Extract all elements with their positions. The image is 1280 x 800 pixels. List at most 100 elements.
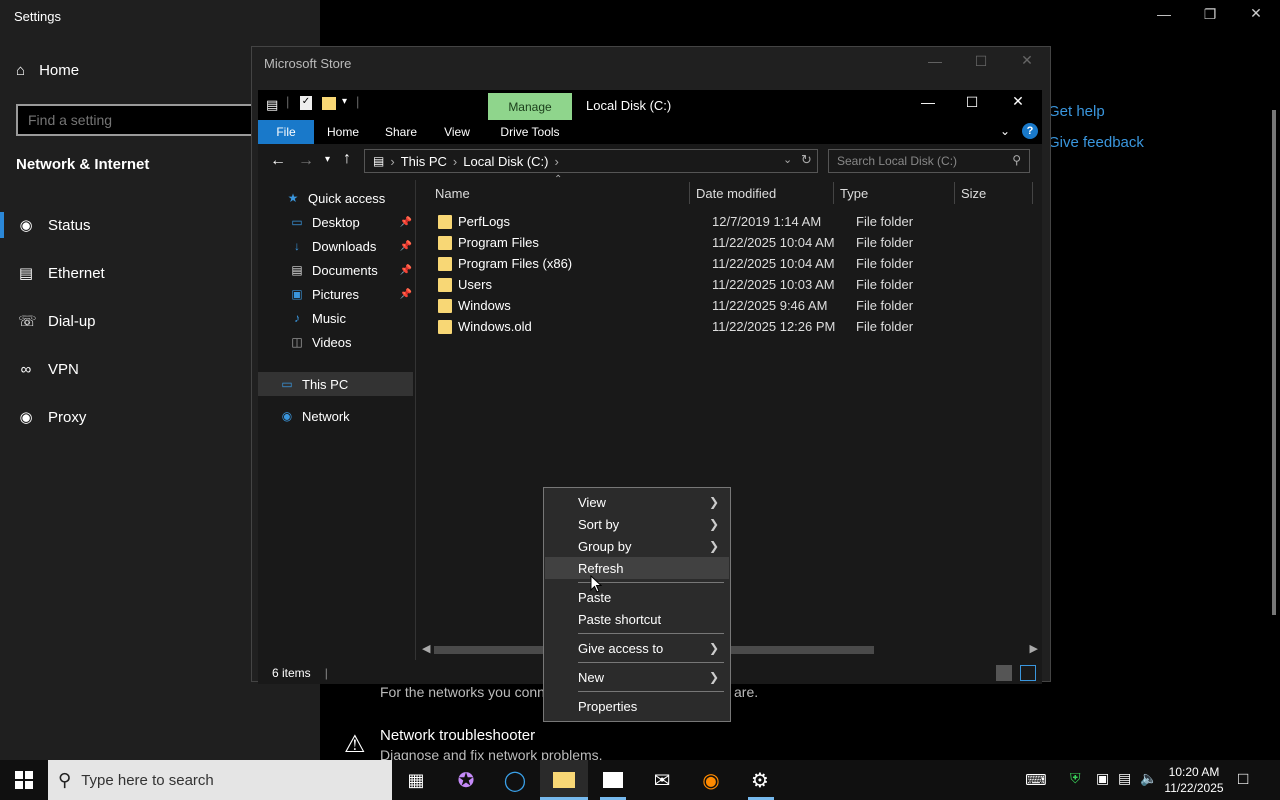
properties-icon[interactable]: ✓ [300,96,312,110]
edge-icon[interactable]: ◯ [491,760,539,800]
menu-item-refresh[interactable]: Refresh [545,557,729,579]
chevron-down-icon[interactable]: ⌄ [1000,124,1010,138]
column-divider[interactable] [954,182,955,204]
network-icon[interactable]: ▤ [1118,770,1131,787]
minimize-icon[interactable]: — [905,94,951,110]
nav-this-pc[interactable]: ▭ This PC [258,372,416,396]
tab-home[interactable]: Home [318,120,368,144]
menu-item-group-by[interactable]: Group by ❯ [545,535,729,557]
task-view-icon[interactable]: ▦ [392,760,440,800]
search-input[interactable]: Search Local Disk (C:) ⚲ [828,149,1030,173]
table-row[interactable]: Windows 11/22/2025 9:46 AM File folder [438,295,1038,316]
notification-icon[interactable]: □ [1238,769,1248,789]
tab-manage[interactable]: Manage [488,93,572,120]
security-icon[interactable]: ⛨ [1070,770,1081,787]
settings-scrollbar[interactable] [1272,110,1276,615]
troubleshooter-title[interactable]: Network troubleshooter [380,727,535,744]
details-view-icon[interactable] [996,665,1012,681]
nav-pictures[interactable]: ▣ Pictures 📌 [258,282,416,306]
maximize-icon[interactable]: ☐ [949,94,995,111]
nav-downloads[interactable]: ↓ Downloads 📌 [258,234,416,258]
address-dropdown-icon[interactable]: ⌄ [783,153,792,166]
start-button[interactable] [0,760,48,800]
chevron-right-icon[interactable]: › [555,154,559,169]
column-divider[interactable] [1032,182,1033,204]
file-explorer-icon[interactable] [540,760,588,800]
menu-label: Give access to [578,640,664,656]
nav-music[interactable]: ♪ Music [258,306,416,330]
column-type[interactable]: Type [840,186,868,201]
pin-icon[interactable]: 📌 [400,265,412,276]
firefox-icon[interactable]: ◉ [687,760,735,800]
menu-label: Paste shortcut [578,611,662,627]
clock[interactable]: 10:20 AM 11/22/2025 [1162,764,1226,796]
close-icon[interactable]: ✕ [1233,5,1279,22]
get-help-link[interactable]: Get help [1048,103,1105,120]
keyboard-icon[interactable]: ⌨ [1012,760,1060,800]
close-icon[interactable]: ✕ [1004,52,1050,69]
nav-network[interactable]: ◉ Network [258,404,416,428]
menu-item-give-access[interactable]: Give access to ❯ [545,637,729,659]
column-date[interactable]: Date modified [696,186,776,201]
menu-item-new[interactable]: New ❯ [545,666,729,688]
meet-icon[interactable]: ▣ [1096,770,1109,787]
minimize-icon[interactable]: — [912,53,958,69]
give-feedback-link[interactable]: Give feedback [1048,134,1144,151]
maximize-icon[interactable]: ☐ [958,53,1004,70]
settings-gear-icon[interactable]: ⚙ [736,760,784,800]
menu-item-sort-by[interactable]: Sort by ❯ [545,513,729,535]
nav-videos[interactable]: ◫ Videos [258,330,416,354]
help-icon[interactable]: ? [1022,123,1038,139]
store-icon[interactable] [589,760,637,800]
table-row[interactable]: Windows.old 11/22/2025 12:26 PM File fol… [438,316,1038,337]
close-icon[interactable]: ✕ [995,93,1041,110]
copilot-icon[interactable]: ✪ [442,760,490,800]
menu-item-paste[interactable]: Paste [545,586,729,608]
tab-view[interactable]: View [434,120,480,144]
nav-quick-access[interactable]: ★ Quick access [258,186,416,210]
mail-icon[interactable]: ✉ [638,760,686,800]
menu-item-view[interactable]: View ❯ [545,491,729,513]
find-setting-input[interactable] [16,104,276,136]
table-row[interactable]: Program Files 11/22/2025 10:04 AM File f… [438,232,1038,253]
nav-documents[interactable]: ▤ Documents 📌 [258,258,416,282]
restore-icon[interactable]: ❐ [1187,6,1233,23]
chevron-down-icon[interactable]: ▾ [342,96,347,107]
breadcrumb-this-pc[interactable]: This PC [401,154,447,169]
table-row[interactable]: PerfLogs 12/7/2019 1:14 AM File folder [438,211,1038,232]
recent-locations-icon[interactable]: ▾ [325,154,330,165]
column-name[interactable]: Name [435,186,470,201]
pin-icon[interactable]: 📌 [400,289,412,300]
search-placeholder: Search Local Disk (C:) [837,154,958,168]
scroll-right-icon[interactable]: ▶ [1030,642,1038,655]
menu-item-properties[interactable]: Properties [545,695,729,717]
new-folder-icon[interactable] [322,97,336,110]
refresh-icon[interactable]: ↻ [801,152,812,168]
column-divider[interactable] [833,182,834,204]
column-size[interactable]: Size [961,186,986,201]
up-arrow-icon[interactable]: ↑ [343,150,351,168]
scroll-left-icon[interactable]: ◀ [422,642,430,655]
pin-icon[interactable]: 📌 [400,217,412,228]
chevron-right-icon[interactable]: › [390,154,394,169]
menu-separator [578,633,724,634]
nav-desktop[interactable]: ▭ Desktop 📌 [258,210,416,234]
tab-share[interactable]: Share [376,120,426,144]
back-arrow-icon[interactable]: ← [270,152,286,170]
forward-arrow-icon[interactable]: → [298,152,314,170]
menu-item-paste-shortcut[interactable]: Paste shortcut [545,608,729,630]
pin-icon[interactable]: 📌 [400,241,412,252]
volume-icon[interactable]: 🔈 [1140,770,1157,787]
minimize-icon[interactable]: — [1141,6,1187,22]
large-icons-view-icon[interactable] [1020,665,1036,681]
chevron-right-icon[interactable]: › [453,154,457,169]
address-bar[interactable]: ▤ › This PC › Local Disk (C:) › ⌄ ↻ [364,149,818,173]
tab-drive-tools[interactable]: Drive Tools [490,120,570,144]
breadcrumb-local-disk[interactable]: Local Disk (C:) [463,154,548,169]
table-row[interactable]: Program Files (x86) 11/22/2025 10:04 AM … [438,253,1038,274]
table-row[interactable]: Users 11/22/2025 10:03 AM File folder [438,274,1038,295]
settings-home[interactable]: ⌂ Home [16,62,79,79]
taskbar-search[interactable]: ⚲ Type here to search [48,760,392,800]
column-divider[interactable] [689,182,690,204]
tab-file[interactable]: File [258,120,314,144]
